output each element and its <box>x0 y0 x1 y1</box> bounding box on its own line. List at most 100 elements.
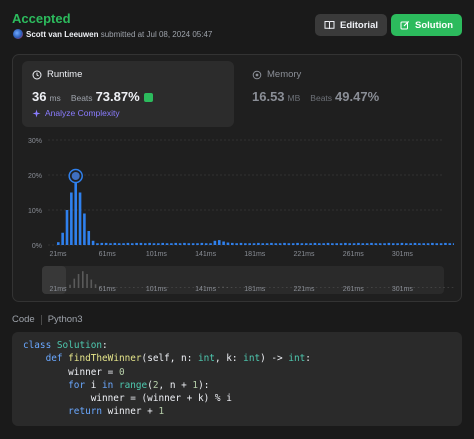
chart-bar[interactable] <box>170 243 173 245</box>
chart-bar[interactable] <box>426 243 430 245</box>
chart-bar[interactable] <box>448 243 452 245</box>
chart-bar[interactable] <box>344 242 347 245</box>
editorial-button[interactable]: Editorial <box>315 14 387 36</box>
chart-bar[interactable] <box>117 243 121 245</box>
chart-bar[interactable] <box>413 242 417 245</box>
chart-bar[interactable] <box>287 243 291 245</box>
analyze-complexity-link[interactable]: Analyze Complexity <box>32 108 120 118</box>
chart-bar[interactable] <box>383 243 386 245</box>
chart-bar[interactable] <box>61 232 64 245</box>
chart-bar[interactable] <box>309 243 312 245</box>
chart-bar[interactable] <box>239 242 243 245</box>
chart-bar[interactable] <box>431 242 434 245</box>
chart-bar[interactable] <box>435 243 439 245</box>
chart-bar[interactable] <box>378 243 382 245</box>
chart-bar[interactable] <box>135 242 138 245</box>
chart-bar[interactable] <box>331 243 334 245</box>
chart-bar[interactable] <box>265 243 269 245</box>
chart-bar[interactable] <box>183 242 186 245</box>
chart-bar[interactable] <box>313 242 317 245</box>
chart-bar[interactable] <box>213 240 217 245</box>
chart-bar[interactable] <box>78 192 82 246</box>
chart-bar[interactable] <box>74 182 77 245</box>
chart-bar[interactable] <box>113 242 117 245</box>
chart-bar[interactable] <box>57 242 60 245</box>
chart-bar[interactable] <box>339 243 343 245</box>
chart-bar[interactable] <box>83 213 86 246</box>
chart-bar[interactable] <box>352 243 356 245</box>
chart-bar[interactable] <box>361 243 365 245</box>
chart-bar[interactable] <box>422 243 425 245</box>
chart-bar[interactable] <box>65 210 69 245</box>
chart-bar[interactable] <box>200 242 204 245</box>
chart-bar[interactable] <box>130 243 134 245</box>
avatar[interactable] <box>13 29 23 39</box>
chart-bar[interactable] <box>270 242 273 245</box>
chart-bar[interactable] <box>161 242 164 245</box>
chart-bar[interactable] <box>144 243 147 245</box>
chart-bar[interactable] <box>178 243 182 245</box>
chart-bar[interactable] <box>322 243 325 245</box>
chart-bar[interactable] <box>248 243 251 245</box>
chart-bar[interactable] <box>226 242 230 245</box>
chart-bar[interactable] <box>326 242 330 245</box>
chart-bar[interactable] <box>374 243 378 245</box>
chart-bar[interactable] <box>109 243 112 245</box>
chart-bar[interactable] <box>278 243 282 245</box>
chart-bar[interactable] <box>296 242 299 245</box>
code-block[interactable]: class Solution: def findTheWinner(self, … <box>12 332 462 426</box>
chart-bar[interactable] <box>400 242 404 245</box>
chart-bar[interactable] <box>370 242 373 245</box>
chart-bar[interactable] <box>444 242 447 245</box>
chart-bar[interactable] <box>283 242 286 245</box>
chart-bar[interactable] <box>91 240 95 245</box>
chart-bar[interactable] <box>304 243 308 245</box>
chart-bar[interactable] <box>291 243 295 245</box>
chart-bar[interactable] <box>396 243 399 245</box>
chart-bar[interactable] <box>261 243 265 245</box>
chart-bar[interactable] <box>209 243 212 245</box>
chart-bar[interactable] <box>100 242 104 245</box>
chart-bar[interactable] <box>418 243 421 245</box>
chart-bar[interactable] <box>165 243 169 245</box>
chart-bar[interactable] <box>148 242 151 245</box>
chart-bar[interactable] <box>357 242 360 245</box>
chart-bar[interactable] <box>300 243 304 245</box>
chart-bar[interactable] <box>222 241 225 246</box>
chart-bar[interactable] <box>96 243 99 245</box>
chart-bar[interactable] <box>244 243 247 245</box>
chart-bar[interactable] <box>191 243 195 245</box>
chart-bar[interactable] <box>217 240 221 245</box>
solution-button[interactable]: Solution <box>391 14 462 36</box>
chart-bar[interactable] <box>409 243 412 245</box>
chart-bar[interactable] <box>405 243 408 245</box>
runtime-distribution-chart[interactable]: 30% 20% 10% 0% 21ms 61ms 101ms 141ms 181ms 221ms 2… <box>20 132 454 302</box>
chart-bar[interactable] <box>87 231 91 245</box>
chart-bar[interactable] <box>70 192 73 246</box>
chart-bar[interactable] <box>152 243 156 245</box>
chart-bar[interactable] <box>104 242 108 245</box>
username-link[interactable]: Scott van Leeuwen <box>26 30 98 39</box>
chart-bar[interactable] <box>274 243 278 245</box>
chart-bar[interactable] <box>257 242 260 245</box>
chart-bar[interactable] <box>196 243 199 245</box>
chart-bar[interactable] <box>139 242 143 245</box>
memory-title[interactable]: Memory <box>252 69 301 80</box>
chart-bar[interactable] <box>174 242 178 245</box>
chart-bar[interactable] <box>231 242 234 245</box>
chart-bar[interactable] <box>187 243 191 245</box>
chart-bar[interactable] <box>126 242 130 245</box>
chart-bar[interactable] <box>439 243 443 245</box>
chart-bar[interactable] <box>452 243 454 245</box>
chart-bar[interactable] <box>391 243 395 245</box>
chart-bar[interactable] <box>252 243 256 245</box>
chart-bar[interactable] <box>204 243 208 245</box>
chart-bar[interactable] <box>157 243 160 245</box>
chart-bar[interactable] <box>235 243 238 245</box>
chart-bar[interactable] <box>348 243 352 245</box>
chart-bar[interactable] <box>365 243 369 245</box>
code-tab[interactable]: Code <box>12 314 35 325</box>
chart-bar[interactable] <box>122 243 125 245</box>
chart-bar[interactable] <box>387 242 391 245</box>
chart-bar[interactable] <box>318 243 321 245</box>
